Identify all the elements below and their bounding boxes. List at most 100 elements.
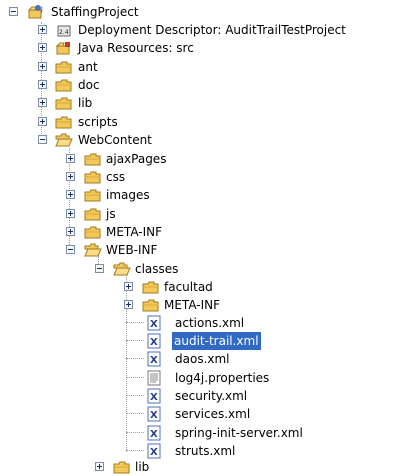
tree-label: StaffingProject	[51, 5, 139, 19]
tree-label: WEB-INF	[106, 243, 158, 257]
tree-item-ant[interactable]: ant	[0, 58, 413, 76]
tree-item-scripts[interactable]: scripts	[0, 113, 413, 131]
svg-text:X: X	[150, 337, 158, 348]
tree-label: services.xml	[175, 407, 251, 421]
folder-open-icon	[113, 262, 131, 276]
folder-icon	[55, 116, 72, 129]
tree-label: Deployment Descriptor: AuditTrailTestPro…	[78, 23, 346, 37]
svg-text:X: X	[150, 447, 158, 458]
expand-toggle[interactable]	[66, 190, 75, 199]
svg-text:X: X	[150, 319, 158, 330]
tree-label: scripts	[78, 115, 118, 129]
folder-icon	[142, 299, 159, 312]
folder-icon	[84, 171, 101, 184]
tree-item-doc[interactable]: doc	[0, 76, 413, 94]
tree-label: css	[106, 170, 126, 184]
tree-label: audit-trail.xml	[172, 332, 261, 350]
tree-label: security.xml	[175, 389, 248, 403]
svg-text:X: X	[150, 392, 158, 403]
tree-label: log4j.properties	[175, 371, 270, 385]
collapse-toggle[interactable]	[95, 264, 104, 273]
expand-toggle[interactable]	[38, 62, 47, 71]
tree-label: lib	[78, 96, 93, 110]
expand-toggle[interactable]	[124, 282, 133, 291]
tree-label: spring-init-server.xml	[175, 426, 303, 440]
java-resources-icon	[55, 42, 70, 55]
expand-toggle[interactable]	[66, 172, 75, 181]
tree-item-ajaxpages[interactable]: ajaxPages	[0, 150, 413, 168]
tree-item-meta-inf[interactable]: META-INF	[0, 223, 413, 241]
tree-label: daos.xml	[175, 352, 230, 366]
folder-icon	[55, 79, 72, 92]
svg-text:X: X	[150, 355, 158, 366]
expand-toggle[interactable]	[66, 154, 75, 163]
tree-item-security-xml[interactable]: X security.xml	[0, 387, 413, 405]
tree-item-log4j-properties[interactable]: log4j.properties	[0, 369, 413, 387]
tree-label: classes	[135, 262, 179, 276]
tree-label: js	[106, 207, 116, 221]
deployment-descriptor-icon: 2.4	[57, 25, 71, 37]
expand-toggle[interactable]	[38, 80, 47, 89]
tree-item-images[interactable]: images	[0, 186, 413, 204]
folder-icon	[113, 461, 130, 474]
tree-item-audit-trail-xml[interactable]: X audit-trail.xml	[0, 332, 413, 350]
project-explorer-tree: J StaffingProject 2.4 Deployment Descrip…	[0, 0, 413, 476]
tree-label: ant	[78, 60, 98, 74]
expand-toggle[interactable]	[38, 117, 47, 126]
tree-label: ajaxPages	[106, 152, 167, 166]
tree-item-js[interactable]: js	[0, 205, 413, 223]
xml-file-icon: X	[147, 351, 161, 367]
folder-icon	[84, 208, 101, 221]
tree-item-staffingproject[interactable]: J StaffingProject	[0, 3, 413, 21]
tree-label: META-INF	[164, 298, 221, 312]
xml-file-icon: X	[147, 315, 161, 331]
tree-label: WebContent	[78, 133, 152, 147]
folder-icon	[84, 226, 101, 239]
xml-file-icon: X	[147, 443, 161, 459]
folder-icon	[84, 153, 101, 166]
tree-label: images	[106, 188, 150, 202]
tree-item-lib[interactable]: lib	[0, 94, 413, 112]
svg-text:X: X	[150, 410, 158, 421]
expand-toggle[interactable]	[95, 462, 104, 471]
tree-item-css[interactable]: css	[0, 168, 413, 186]
tree-item-classes-meta-inf[interactable]: META-INF	[0, 296, 413, 314]
xml-file-icon: X	[147, 388, 161, 404]
expand-toggle[interactable]	[38, 43, 47, 52]
tree-label: actions.xml	[175, 316, 245, 330]
folder-open-icon	[55, 133, 73, 147]
collapse-toggle[interactable]	[38, 135, 47, 144]
expand-toggle[interactable]	[66, 209, 75, 218]
expand-toggle[interactable]	[124, 300, 133, 309]
tree-item-java-resources[interactable]: Java Resources: src	[0, 39, 413, 57]
tree-item-facultad[interactable]: facultad	[0, 278, 413, 296]
tree-item-services-xml[interactable]: X services.xml	[0, 405, 413, 423]
tree-label: Java Resources: src	[78, 41, 194, 55]
svg-text:X: X	[150, 429, 158, 440]
svg-text:J: J	[40, 6, 43, 13]
collapse-toggle[interactable]	[66, 245, 75, 254]
svg-text:2.4: 2.4	[59, 29, 69, 36]
properties-file-icon	[147, 370, 161, 386]
tree-item-daos-xml[interactable]: X daos.xml	[0, 350, 413, 368]
tree-label: doc	[78, 78, 100, 92]
tree-label: META-INF	[106, 225, 163, 239]
tree-label: lib	[135, 460, 150, 474]
tree-item-web-inf[interactable]: WEB-INF	[0, 241, 413, 259]
tree-item-webcontent[interactable]: WebContent	[0, 131, 413, 149]
collapse-toggle[interactable]	[9, 7, 18, 16]
folder-icon	[55, 61, 72, 74]
tree-item-classes[interactable]: classes	[0, 260, 413, 278]
tree-item-web-inf-lib[interactable]: lib	[0, 458, 413, 476]
tree-item-deployment-descriptor[interactable]: 2.4 Deployment Descriptor: AuditTrailTes…	[0, 21, 413, 39]
tree-item-actions-xml[interactable]: X actions.xml	[0, 314, 413, 332]
xml-file-icon: X	[147, 333, 161, 349]
xml-file-icon: X	[147, 406, 161, 422]
tree-item-spring-init-server-xml[interactable]: X spring-init-server.xml	[0, 424, 413, 442]
xml-file-icon: X	[147, 425, 161, 441]
folder-open-icon	[84, 243, 102, 257]
folder-icon	[142, 281, 159, 294]
expand-toggle[interactable]	[38, 98, 47, 107]
expand-toggle[interactable]	[38, 25, 47, 34]
expand-toggle[interactable]	[66, 227, 75, 236]
